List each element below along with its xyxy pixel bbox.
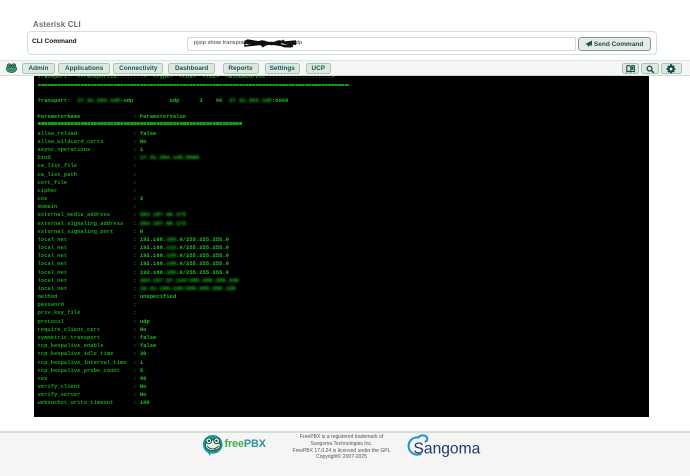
svg-text:Sangoma: Sangoma (414, 441, 481, 458)
